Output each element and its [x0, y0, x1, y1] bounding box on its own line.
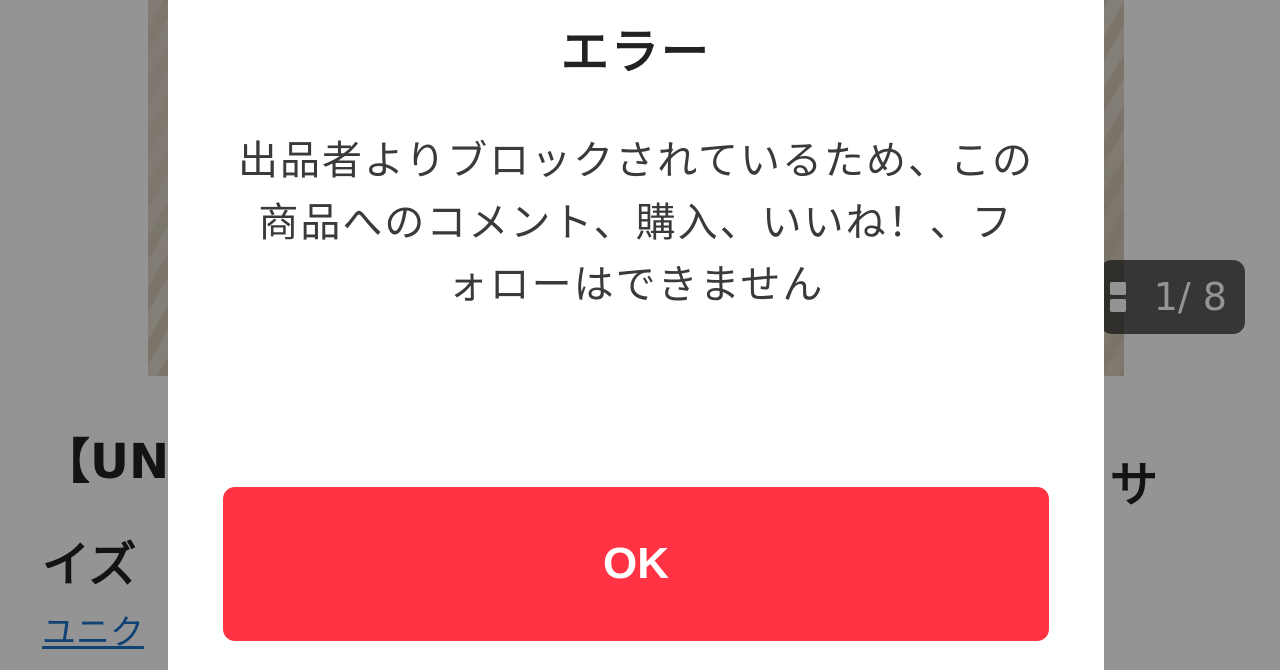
screen: 1/ 8 【UN サ イズ ユニク エラー 出品者よりブロックされているため、こ… — [0, 0, 1280, 670]
ok-button[interactable]: OK — [223, 487, 1049, 641]
dialog-message: 出品者よりブロックされているため、この商品へのコメント、購入、いいね！、フォロー… — [238, 138, 1034, 308]
dialog-title: エラー — [560, 24, 711, 80]
error-dialog: エラー 出品者よりブロックされているため、この商品へのコメント、購入、いいね！、… — [168, 0, 1104, 670]
